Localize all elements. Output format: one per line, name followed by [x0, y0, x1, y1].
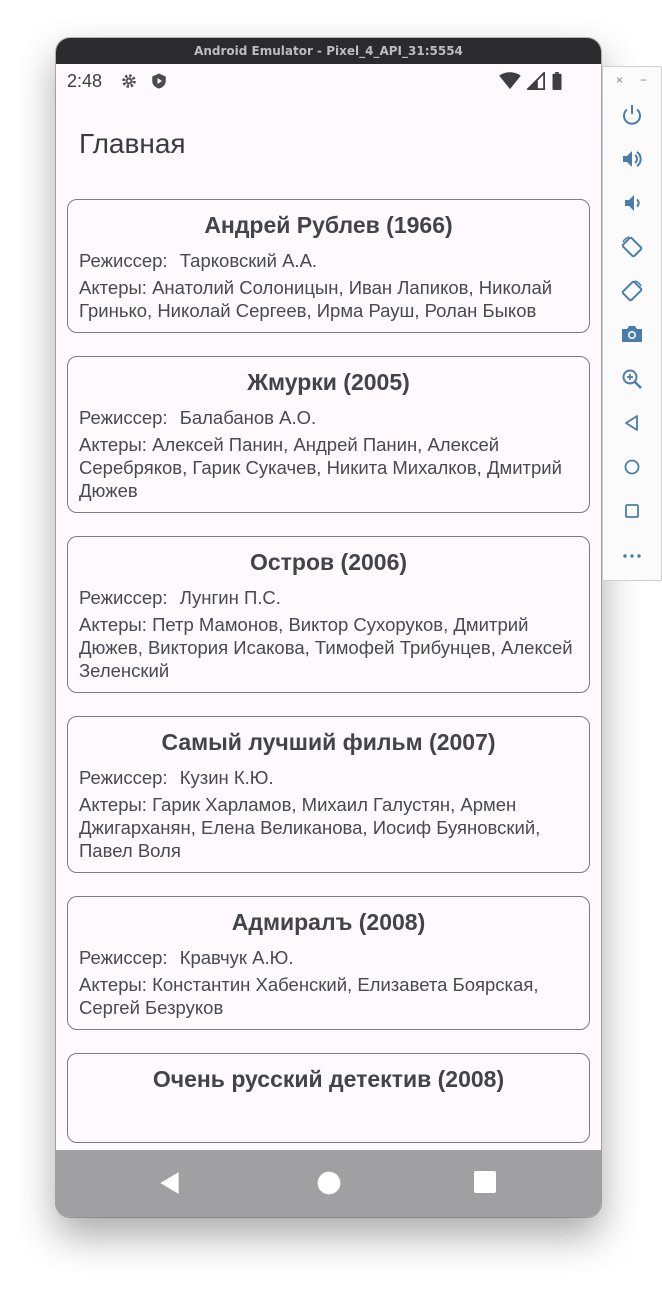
volume-down-icon[interactable] [620, 191, 644, 215]
actors-list: Петр Мамонов, Виктор Сухоруков, Дмитрий … [79, 614, 573, 681]
actors-list: Гарик Харламов, Михаил Галустян, Армен Д… [79, 794, 541, 861]
window-title: Android Emulator - Pixel_4_API_31:5554 [56, 38, 601, 64]
status-time: 2:48 [67, 71, 103, 91]
director-label: Режиссер: [79, 250, 168, 271]
movie-title: Адмиралъ (2008) [231, 909, 426, 935]
director-name: Балабанов А.О. [179, 407, 317, 428]
movie-card[interactable]: Самый лучший фильм (2007) Режиссер: Кузи… [67, 716, 590, 873]
nav-overview-button[interactable] [473, 1170, 497, 1194]
movie-card[interactable]: Остров (2006) Режиссер: Лунгин П.С. Акте… [67, 536, 590, 693]
director-name: Тарковский А.А. [179, 250, 318, 271]
battery-icon [552, 72, 562, 90]
movie-card[interactable]: Очень русский детектив (2008) [67, 1053, 590, 1143]
movie-director: Режиссер: Балабанов А.О. [79, 406, 578, 429]
movie-title: Самый лучший фильм (2007) [161, 729, 496, 755]
back-icon[interactable] [620, 411, 644, 435]
page-title: Главная [79, 128, 186, 159]
settings-icon [122, 74, 136, 88]
actors-label: Актеры: [79, 974, 147, 995]
movie-card[interactable]: Адмиралъ (2008) Режиссер: Кравчук А.Ю. А… [67, 896, 590, 1030]
power-icon[interactable] [620, 103, 644, 127]
nav-home-button[interactable] [316, 1170, 342, 1196]
actors-label: Актеры: [79, 277, 147, 298]
signal-icon [527, 72, 545, 90]
movie-title: Очень русский детектив (2008) [152, 1066, 505, 1092]
movie-director: Режиссер: Лунгин П.С. [79, 586, 578, 609]
home-icon[interactable] [620, 455, 644, 479]
movie-actors: Актеры: Алексей Панин, Андрей Панин, Але… [79, 433, 578, 502]
movie-title: Жмурки (2005) [247, 369, 410, 395]
rotate-left-icon[interactable] [620, 235, 644, 259]
more-icon[interactable] [620, 543, 644, 567]
director-name: Кузин К.Ю. [179, 767, 274, 788]
director-label: Режиссер: [79, 947, 168, 968]
director-label: Режиссер: [79, 767, 168, 788]
volume-up-icon[interactable] [620, 147, 644, 171]
movie-list: Андрей Рублев (1966) Режиссер: Тарковски… [67, 199, 590, 1166]
panel-close-button[interactable]: × [616, 73, 623, 87]
emulator-side-panel: × − [602, 66, 662, 581]
director-name: Лунгин П.С. [179, 587, 281, 608]
movie-title: Остров (2006) [249, 549, 408, 575]
actors-label: Актеры: [79, 794, 147, 815]
panel-minimize-button[interactable]: − [640, 73, 647, 87]
zoom-icon[interactable] [620, 367, 644, 391]
director-label: Режиссер: [79, 407, 168, 428]
actors-list: Анатолий Солоницын, Иван Лапиков, Никола… [79, 277, 553, 321]
movie-director: Режиссер: Кравчук А.Ю. [79, 946, 578, 969]
actors-list: Константин Хабенский, Елизавета Боярская… [79, 974, 539, 1018]
shield-icon [152, 73, 166, 89]
emulator-window: Android Emulator - Pixel_4_API_31:5554 2… [56, 38, 601, 1217]
wifi-icon [499, 72, 521, 90]
actors-list: Алексей Панин, Андрей Панин, Алексей Сер… [79, 434, 562, 501]
movie-actors: Актеры: Петр Мамонов, Виктор Сухоруков, … [79, 613, 578, 682]
camera-icon[interactable] [620, 322, 644, 346]
overview-icon[interactable] [620, 499, 644, 523]
rotate-right-icon[interactable] [620, 279, 644, 303]
movie-director: Режиссер: Кузин К.Ю. [79, 766, 578, 789]
status-bar: 2:48 [56, 64, 601, 98]
director-name: Кравчук А.Ю. [179, 947, 294, 968]
movie-director: Режиссер: Тарковский А.А. [79, 249, 578, 272]
navigation-bar [56, 1150, 601, 1217]
movie-title: Андрей Рублев (1966) [204, 212, 453, 238]
director-label: Режиссер: [79, 587, 168, 608]
actors-label: Актеры: [79, 434, 147, 455]
nav-back-button[interactable] [157, 1170, 183, 1196]
movie-actors: Актеры: Анатолий Солоницын, Иван Лапиков… [79, 276, 578, 322]
movie-card[interactable]: Жмурки (2005) Режиссер: Балабанов А.О. А… [67, 356, 590, 513]
actors-label: Актеры: [79, 614, 147, 635]
movie-actors: Актеры: Гарик Харламов, Михаил Галустян,… [79, 793, 578, 862]
movie-card[interactable]: Андрей Рублев (1966) Режиссер: Тарковски… [67, 199, 590, 333]
movie-actors: Актеры: Константин Хабенский, Елизавета … [79, 973, 578, 1019]
